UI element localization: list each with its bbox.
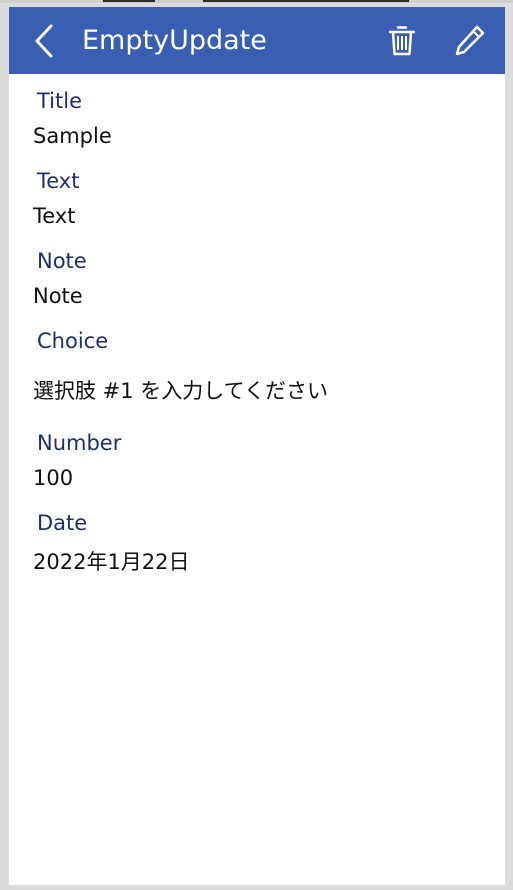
- number-value: 100: [33, 466, 74, 490]
- chevron-left-icon: [35, 24, 53, 58]
- top-strip-mark-left: [103, 0, 155, 2]
- pencil-icon: [455, 25, 485, 56]
- number-label: Number: [37, 431, 122, 455]
- date-value: 2022年1月22日: [33, 550, 190, 574]
- app-frame: EmptyUpdate Title Sample Text Text Note …: [9, 7, 505, 885]
- page-title: EmptyUpdate: [82, 25, 267, 56]
- text-value: Text: [33, 204, 76, 228]
- note-label: Note: [37, 249, 87, 273]
- top-strip: [0, 0, 513, 3]
- trash-icon: [388, 26, 416, 56]
- title-label: Title: [37, 89, 83, 113]
- choice-value: 選択肢 #1 を入力してください: [33, 379, 329, 403]
- title-value: Sample: [33, 124, 112, 148]
- delete-button[interactable]: [387, 25, 417, 57]
- date-label: Date: [37, 511, 88, 535]
- header-bar: EmptyUpdate: [9, 7, 505, 74]
- edit-button[interactable]: [453, 23, 487, 57]
- back-button[interactable]: [29, 23, 59, 59]
- text-label: Text: [37, 169, 80, 193]
- choice-label: Choice: [37, 329, 109, 353]
- note-value: Note: [33, 284, 83, 308]
- top-strip-mark-right: [203, 0, 409, 2]
